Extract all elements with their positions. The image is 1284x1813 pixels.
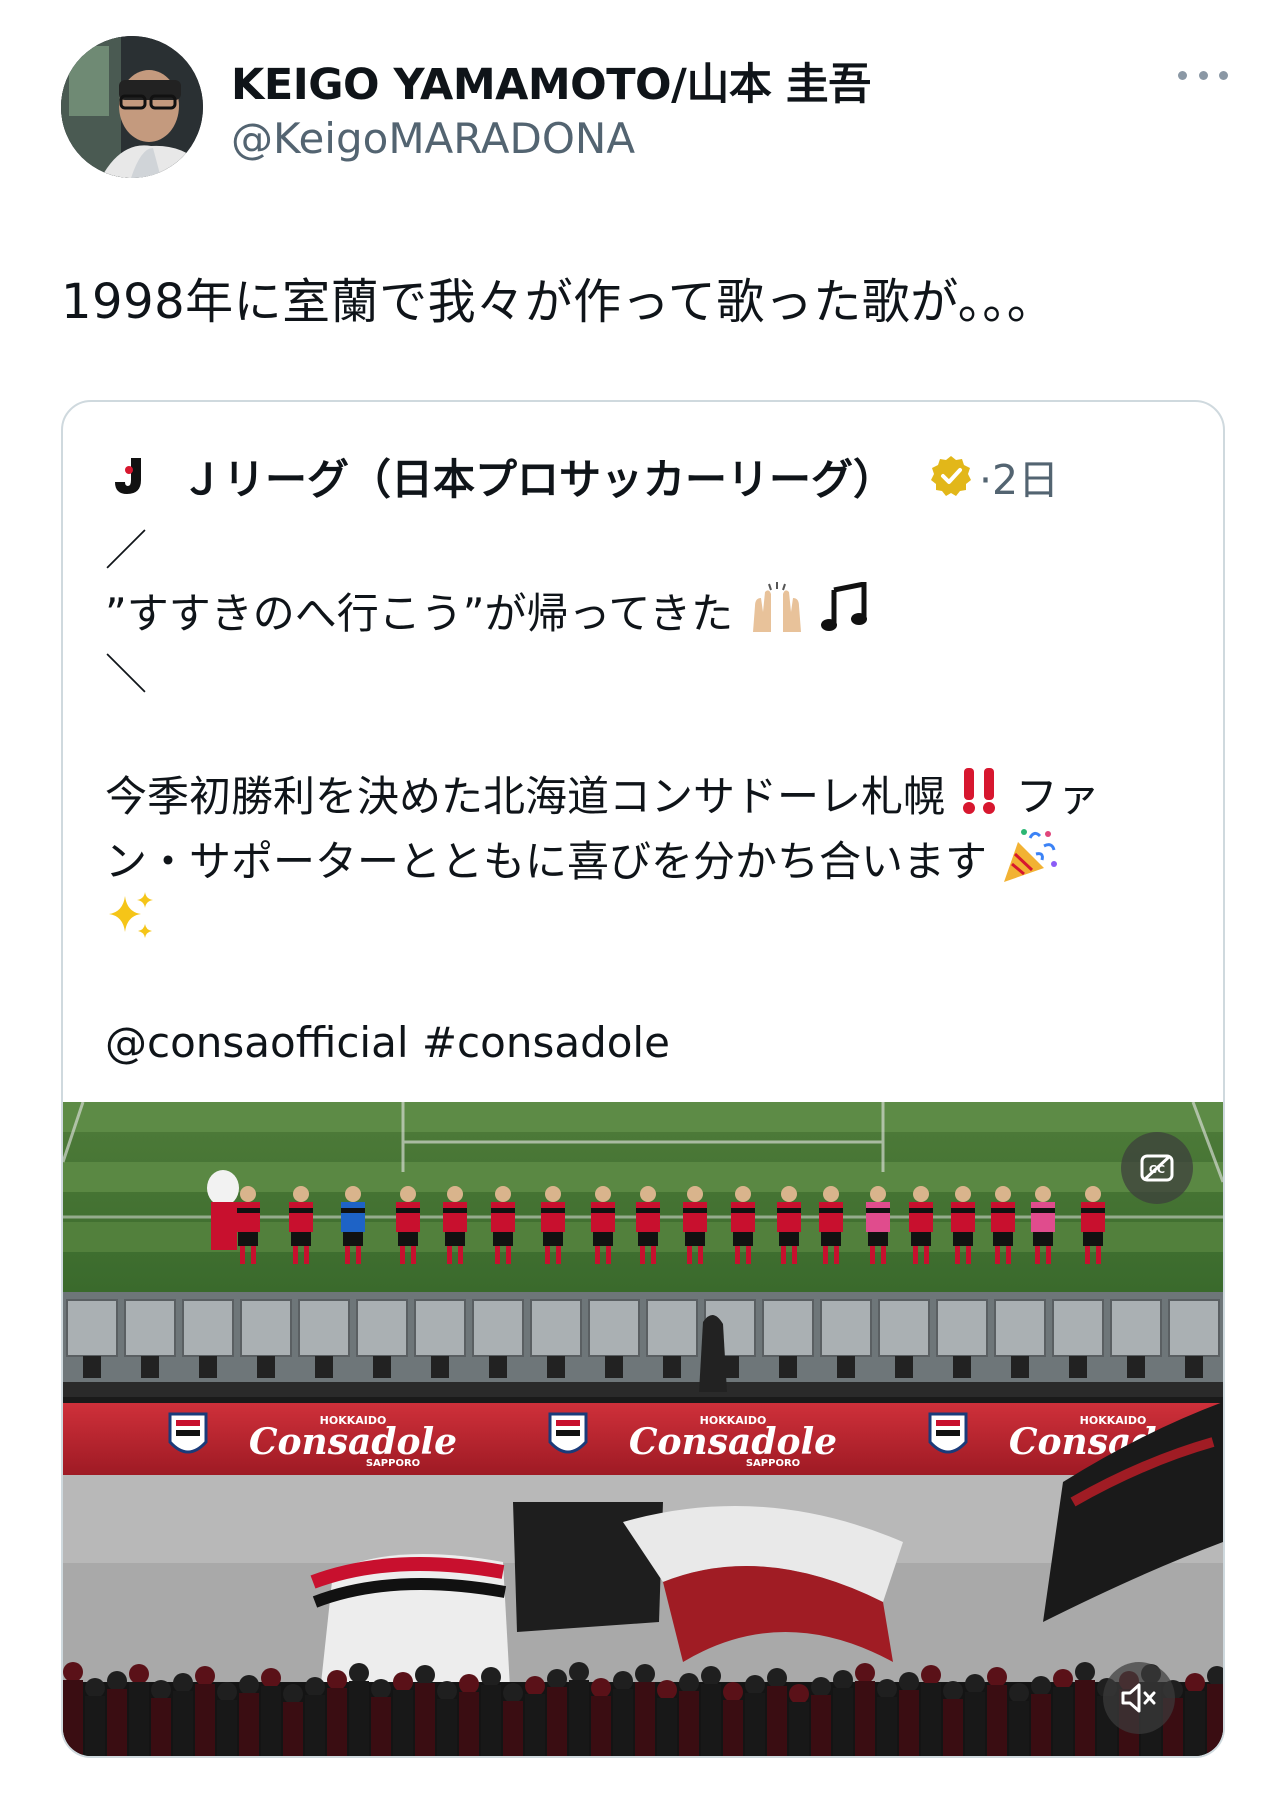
quoted-tweet-header: Ｊリーグ（日本プロサッカーリーグ） ·2日 bbox=[113, 446, 1059, 506]
quoted-line-text: ファ bbox=[1015, 772, 1100, 821]
quoted-line-text: ン・サポーターとともに喜びを分かち合います bbox=[105, 837, 988, 886]
double-exclamation-emoji-icon bbox=[958, 766, 1002, 833]
raising-hands-emoji-icon bbox=[747, 582, 807, 651]
quoted-line-text: 今季初勝利を決めた北海道コンサドーレ札幌 bbox=[105, 772, 946, 821]
quoted-timestamp[interactable]: ·2日 bbox=[979, 446, 1059, 506]
quoted-tweet-card[interactable]: Ｊリーグ（日本プロサッカーリーグ） ·2日 ／ ”すすきのへ行こう”が帰ってきた bbox=[61, 400, 1225, 1758]
author-avatar[interactable] bbox=[61, 36, 203, 178]
musical-notes-emoji-icon bbox=[820, 580, 870, 651]
party-popper-emoji-icon bbox=[1000, 828, 1058, 901]
author-name[interactable]: KEIGO YAMAMOTO/山本 圭吾 bbox=[231, 50, 871, 112]
quoted-line: ”すすきのへ行こう”が帰ってきた bbox=[105, 580, 1195, 644]
mute-icon[interactable] bbox=[1103, 1662, 1175, 1734]
svg-text:SAPPORO: SAPPORO bbox=[366, 1458, 420, 1469]
video-frame: HOKKAIDOConsadoleSAPPOROHOKKAIDOConsadol… bbox=[63, 1102, 1223, 1756]
quoted-line: ／ bbox=[105, 526, 148, 575]
quoted-author-name[interactable]: Ｊリーグ（日本プロサッカーリーグ） bbox=[181, 446, 895, 507]
tweet-text: 1998年に室蘭で我々が作って歌った歌が。。。 bbox=[61, 274, 1056, 330]
quoted-line: ＼ bbox=[105, 650, 148, 699]
svg-text:SAPPORO: SAPPORO bbox=[746, 1458, 800, 1469]
quoted-video[interactable]: HOKKAIDO Consadole SAPPORO HOKKAIDO Consadol… bbox=[63, 1102, 1223, 1756]
verified-gold-badge-icon bbox=[931, 456, 972, 496]
quoted-mentions-hashtags[interactable]: @consaofficial #consadole bbox=[105, 1012, 1195, 1074]
jleague-logo-icon bbox=[113, 456, 145, 496]
svg-text:Consadole: Consadole bbox=[249, 1421, 457, 1463]
quoted-line: 今季初勝利を決めた北海道コンサドーレ札幌 ファ bbox=[105, 766, 1195, 828]
quoted-line-text: ”すすきのへ行こう”が帰ってきた bbox=[105, 589, 734, 638]
avatar-image bbox=[61, 36, 203, 178]
svg-text:Consadole: Consadole bbox=[629, 1421, 837, 1463]
author-handle[interactable]: @KeigoMARADONA bbox=[231, 114, 635, 163]
quoted-tweet-text: ／ ”すすきのへ行こう”が帰ってきた ＼ 今季初勝利を決めた北海道コンサドーレ札… bbox=[105, 520, 1195, 1074]
quoted-line: ン・サポーターとともに喜びを分かち合います bbox=[105, 828, 1195, 890]
captions-icon[interactable]: CC bbox=[1121, 1132, 1193, 1204]
more-icon[interactable] bbox=[1178, 60, 1228, 90]
sparkles-emoji-icon bbox=[105, 890, 155, 959]
